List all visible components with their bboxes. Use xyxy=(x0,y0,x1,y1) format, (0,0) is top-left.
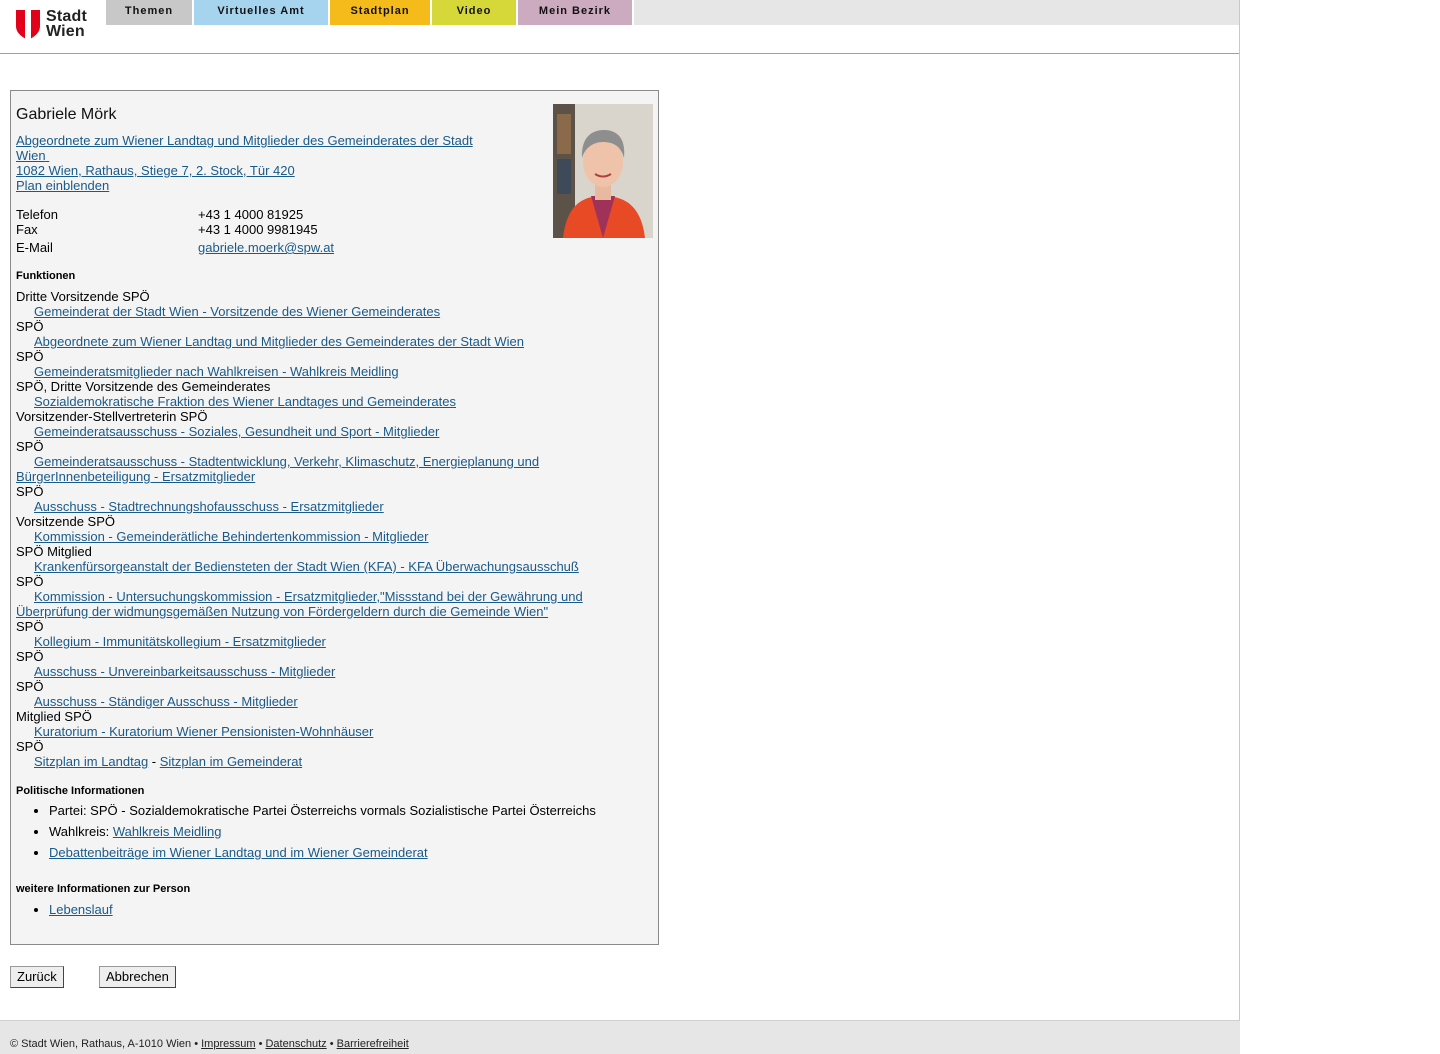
nav-tab-themen[interactable]: Themen xyxy=(106,0,194,25)
function-role: SPÖ xyxy=(16,484,44,499)
cv-item: Lebenslauf xyxy=(49,902,113,917)
wahlkreis-link[interactable]: Wahlkreis Meidling xyxy=(113,824,222,839)
function-role: SPÖ xyxy=(16,739,44,754)
function-link-row: Kuratorium - Kuratorium Wiener Pensionis… xyxy=(16,724,636,739)
function-link[interactable]: Kuratorium - Kuratorium Wiener Pensionis… xyxy=(34,724,373,739)
function-role: SPÖ xyxy=(16,619,44,634)
accessibility-link[interactable]: Barrierefreiheit xyxy=(337,1038,409,1050)
function-link-row: Sozialdemokratische Fraktion des Wiener … xyxy=(16,394,636,409)
email-label: E-Mail xyxy=(16,240,53,255)
function-link[interactable]: Gemeinderat der Stadt Wien - Vorsitzende… xyxy=(34,304,440,319)
imprint-link[interactable]: Impressum xyxy=(201,1038,255,1050)
function-link[interactable]: Krankenfürsorgeanstalt der Bediensteten … xyxy=(34,559,579,574)
function-link[interactable]: Gemeinderatsausschuss - Soziales, Gesund… xyxy=(34,424,439,439)
nav-tab-mein-bezirk[interactable]: Mein Bezirk xyxy=(518,0,634,25)
address-link[interactable]: 1082 Wien, Rathaus, Stiege 7, 2. Stock, … xyxy=(16,163,496,178)
site-header: Stadt Wien Themen Virtuelles Amt Stadtpl… xyxy=(0,0,1239,54)
seat-plan-gemeinderat-link[interactable]: Sitzplan im Gemeinderat xyxy=(160,754,302,769)
party-item: Partei: SPÖ - Sozialdemokratische Partei… xyxy=(49,803,596,818)
nav-tab-virtuelles-amt[interactable]: Virtuelles Amt xyxy=(194,0,330,25)
function-link-row: Gemeinderatsausschuss - Soziales, Gesund… xyxy=(16,424,636,439)
main-nav: Themen Virtuelles Amt Stadtplan Video Me… xyxy=(106,0,1239,25)
privacy-link[interactable]: Datenschutz xyxy=(265,1038,326,1050)
stadt-wien-logo[interactable]: Stadt Wien xyxy=(16,8,96,42)
function-link[interactable]: Ausschuss - Stadtrechnungshofausschuss -… xyxy=(34,499,384,514)
function-role: SPÖ xyxy=(16,574,44,589)
fax-value: +43 1 4000 9981945 xyxy=(198,222,318,237)
logo-line1: Stadt xyxy=(46,8,87,25)
function-link-row: Kommission - Untersuchungskommission - E… xyxy=(16,589,636,619)
function-link[interactable]: Kommission - Untersuchungskommission - E… xyxy=(16,589,583,619)
copyright: © Stadt Wien, Rathaus, A-1010 Wien • xyxy=(10,1038,202,1050)
function-role: Dritte Vorsitzende SPÖ xyxy=(16,289,150,304)
function-link-row: Ausschuss - Unvereinbarkeitsausschuss - … xyxy=(16,664,636,679)
function-role: SPÖ xyxy=(16,679,44,694)
function-link-row: Gemeinderatsausschuss - Stadtentwicklung… xyxy=(16,454,636,484)
function-link[interactable]: Ausschuss - Unvereinbarkeitsausschuss - … xyxy=(34,664,335,679)
political-heading: Politische Informationen xyxy=(16,785,145,797)
function-role: SPÖ xyxy=(16,349,44,364)
function-link[interactable]: Sozialdemokratische Fraktion des Wiener … xyxy=(34,394,456,409)
cancel-button[interactable]: Abbrechen xyxy=(99,966,176,988)
person-name: Gabriele Mörk xyxy=(16,106,117,123)
function-link[interactable]: Kollegium - Immunitätskollegium - Ersatz… xyxy=(34,634,326,649)
cv-link[interactable]: Lebenslauf xyxy=(49,902,113,917)
function-link-row: Gemeinderat der Stadt Wien - Vorsitzende… xyxy=(16,304,636,319)
political-list: Partei: SPÖ - Sozialdemokratische Partei… xyxy=(16,803,596,866)
function-role: SPÖ xyxy=(16,439,44,454)
function-link-row: Krankenfürsorgeanstalt der Bediensteten … xyxy=(16,559,636,574)
function-link[interactable]: Gemeinderatsmitglieder nach Wahlkreisen … xyxy=(34,364,399,379)
debates-item: Debattenbeiträge im Wiener Landtag und i… xyxy=(49,845,596,860)
wien-shield-icon xyxy=(16,10,40,40)
person-panel: Gabriele Mörk Abgeordnete zum Wiener Lan… xyxy=(10,90,659,945)
function-role: SPÖ xyxy=(16,319,44,334)
back-button[interactable]: Zurück xyxy=(10,966,64,988)
fax-label: Fax xyxy=(16,222,38,237)
function-role: SPÖ, Dritte Vorsitzende des Gemeinderate… xyxy=(16,379,271,394)
position-link[interactable]: Abgeordnete zum Wiener Landtag und Mitgl… xyxy=(16,133,496,163)
function-link[interactable]: Ausschuss - Ständiger Ausschuss - Mitgli… xyxy=(34,694,298,709)
seat-plan-separator: - xyxy=(148,754,160,769)
function-role: SPÖ Mitglied xyxy=(16,544,92,559)
nav-tab-video[interactable]: Video xyxy=(432,0,518,25)
function-link[interactable]: Gemeinderatsausschuss - Stadtentwicklung… xyxy=(16,454,539,484)
seat-plan-row: Sitzplan im Landtag - Sitzplan im Gemein… xyxy=(16,754,636,769)
seat-plan-landtag-link[interactable]: Sitzplan im Landtag xyxy=(34,754,148,769)
address-block: Abgeordnete zum Wiener Landtag und Mitgl… xyxy=(16,133,496,193)
function-role: Vorsitzende SPÖ xyxy=(16,514,115,529)
more-info-heading: weitere Informationen zur Person xyxy=(16,883,191,895)
function-link[interactable]: Kommission - Gemeinderätliche Behinderte… xyxy=(34,529,429,544)
function-link-row: Kommission - Gemeinderätliche Behinderte… xyxy=(16,529,636,544)
function-link-row: Kollegium - Immunitätskollegium - Ersatz… xyxy=(16,634,636,649)
function-link-row: Ausschuss - Stadtrechnungshofausschuss -… xyxy=(16,499,636,514)
function-role: Mitglied SPÖ xyxy=(16,709,92,724)
functions-list: Dritte Vorsitzende SPÖ Gemeinderat der St… xyxy=(16,289,636,769)
site-footer: © Stadt Wien, Rathaus, A-1010 Wien • Imp… xyxy=(0,1020,1240,1054)
more-info-list: Lebenslauf xyxy=(16,902,113,923)
function-link-row: Ausschuss - Ständiger Ausschuss - Mitgli… xyxy=(16,694,636,709)
phone-label: Telefon xyxy=(16,207,58,222)
email-link[interactable]: gabriele.moerk@spw.at xyxy=(198,240,334,255)
show-map-link[interactable]: Plan einblenden xyxy=(16,178,496,193)
phone-value: +43 1 4000 81925 xyxy=(198,207,304,222)
function-role: SPÖ xyxy=(16,649,44,664)
portrait-photo xyxy=(553,104,653,238)
wahlkreis-item: Wahlkreis: Wahlkreis Meidling xyxy=(49,824,596,839)
function-link-row: Gemeinderatsmitglieder nach Wahlkreisen … xyxy=(16,364,636,379)
function-link[interactable]: Abgeordnete zum Wiener Landtag und Mitgl… xyxy=(34,334,524,349)
logo-text: Stadt Wien xyxy=(46,8,87,40)
logo-line2: Wien xyxy=(46,23,85,40)
function-link-row: Abgeordnete zum Wiener Landtag und Mitgl… xyxy=(16,334,636,349)
debates-link[interactable]: Debattenbeiträge im Wiener Landtag und i… xyxy=(49,845,428,860)
function-role: Vorsitzender-Stellvertreterin SPÖ xyxy=(16,409,208,424)
nav-tab-stadtplan[interactable]: Stadtplan xyxy=(330,0,432,25)
functions-heading: Funktionen xyxy=(16,270,76,282)
footer-text: © Stadt Wien, Rathaus, A-1010 Wien • Imp… xyxy=(10,1038,409,1050)
page: Stadt Wien Themen Virtuelles Amt Stadtpl… xyxy=(0,0,1240,1054)
